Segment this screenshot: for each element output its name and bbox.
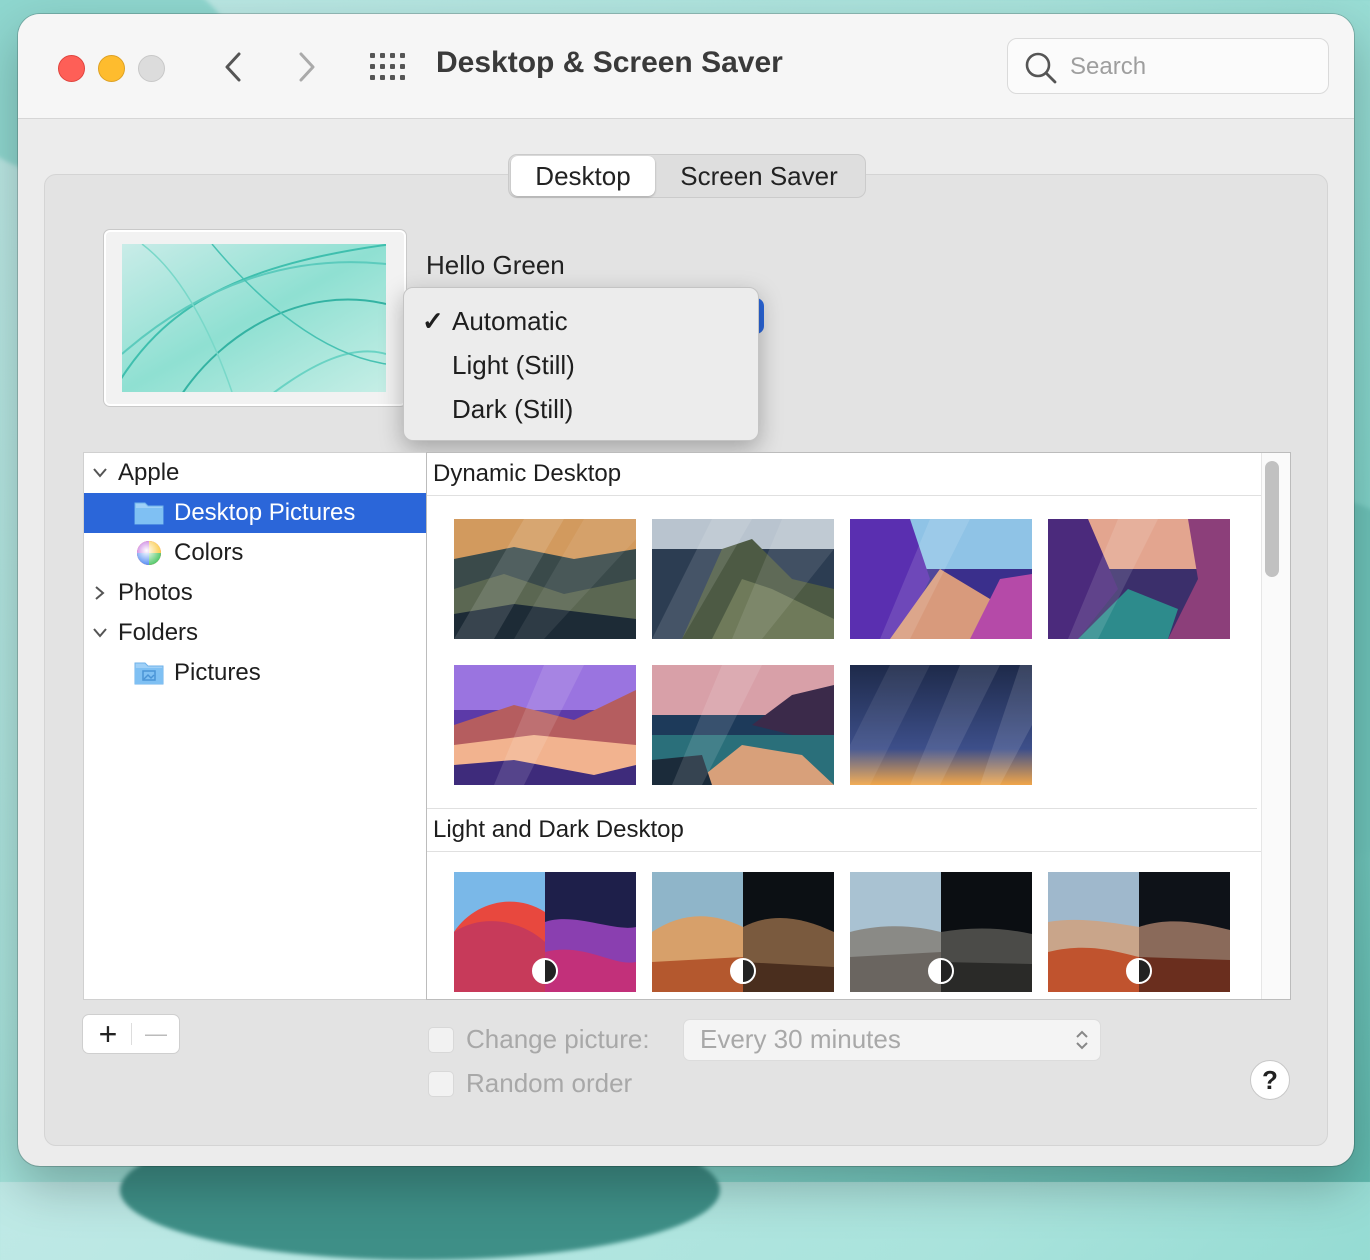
up-down-chevron-icon (1076, 1030, 1088, 1050)
sidebar-item-apple[interactable]: Apple (84, 453, 426, 493)
button-divider (131, 1023, 132, 1045)
back-button[interactable] (218, 50, 248, 84)
section-header: Dynamic Desktop (427, 453, 1261, 496)
wallpaper-thumbnail[interactable] (454, 519, 636, 639)
sidebar-item-label: Apple (118, 459, 180, 486)
folder-icon (134, 502, 164, 525)
zoom-button[interactable] (138, 55, 165, 82)
wallpaper-thumbnail[interactable] (652, 872, 834, 992)
menu-item-label: Automatic (452, 306, 568, 336)
interval-select[interactable]: Every 30 minutes (683, 1019, 1101, 1061)
wallpaper-thumbnail[interactable] (454, 872, 636, 992)
wallpaper-thumbnail[interactable] (652, 519, 834, 639)
source-list: Apple Desktop Pictures Colors Photos Fol… (83, 452, 427, 1000)
sidebar-item-colors[interactable]: Colors (84, 533, 426, 573)
menu-item-light-still[interactable]: Light (Still) (404, 343, 758, 387)
window-title: Desktop & Screen Saver (436, 46, 783, 79)
search-icon (1025, 52, 1057, 84)
chevron-right-icon (299, 52, 315, 82)
tab-control: Desktop Screen Saver (508, 154, 866, 198)
change-picture-label: Change picture: (466, 1024, 650, 1054)
appearance-menu: ✓ Automatic Light (Still) Dark (Still) (403, 287, 759, 441)
sidebar-item-label: Desktop Pictures (174, 499, 356, 526)
chevron-down-icon (93, 628, 107, 638)
sidebar-item-label: Folders (118, 619, 199, 646)
scrollbar-thumb[interactable] (1265, 461, 1279, 577)
color-wheel-icon (137, 541, 161, 565)
add-remove-control: + — (82, 1014, 180, 1054)
wallpaper-preview (104, 230, 406, 406)
light-dark-icon (1126, 958, 1152, 984)
preferences-window: Desktop & Screen Saver Search Desktop Sc… (18, 14, 1354, 1166)
light-dark-icon (532, 958, 558, 984)
menu-item-dark-still[interactable]: Dark (Still) (404, 387, 758, 431)
wallpaper-thumbnail[interactable] (1048, 872, 1230, 992)
search-field[interactable]: Search (1007, 38, 1329, 94)
grid-icon (370, 53, 405, 80)
remove-folder-button[interactable]: — (141, 1015, 171, 1053)
tab-screen-saver[interactable]: Screen Saver (659, 155, 859, 197)
add-folder-button[interactable]: + (93, 1015, 123, 1053)
change-picture-checkbox[interactable] (428, 1027, 454, 1053)
wallpaper-thumbnail[interactable] (850, 519, 1032, 639)
minimize-button[interactable] (98, 55, 125, 82)
wallpaper-gallery: Dynamic Desktop Light and Dark Desktop (426, 452, 1291, 1000)
wallpaper-thumbnail[interactable] (850, 665, 1032, 785)
show-all-button[interactable] (370, 50, 406, 84)
sidebar-item-label: Photos (118, 579, 193, 606)
wallpaper-preview-image (122, 244, 386, 392)
sidebar-item-label: Pictures (174, 659, 261, 686)
random-order-label: Random order (466, 1068, 633, 1098)
sidebar-item-photos[interactable]: Photos (84, 573, 426, 613)
menu-item-automatic[interactable]: ✓ Automatic (404, 299, 758, 343)
pictures-folder-icon (134, 662, 164, 685)
wallpaper-thumbnail[interactable] (850, 872, 1032, 992)
chevron-left-icon (225, 52, 241, 82)
interval-value: Every 30 minutes (700, 1024, 901, 1054)
wallpaper-thumbnail[interactable] (454, 665, 636, 785)
sidebar-item-pictures[interactable]: Pictures (84, 653, 426, 693)
help-button[interactable]: ? (1250, 1060, 1290, 1100)
sidebar-item-desktop-pictures[interactable]: Desktop Pictures (84, 493, 426, 533)
menu-item-label: Dark (Still) (452, 394, 574, 424)
checkmark-icon: ✓ (422, 306, 444, 336)
tab-desktop[interactable]: Desktop (511, 156, 655, 196)
sidebar-item-label: Colors (174, 539, 244, 566)
wallpaper-thumbnail[interactable] (652, 665, 834, 785)
chevron-down-icon (93, 468, 107, 478)
random-order-checkbox[interactable] (428, 1071, 454, 1097)
close-button[interactable] (58, 55, 85, 82)
section-header: Light and Dark Desktop (427, 809, 1261, 852)
sidebar-item-folders[interactable]: Folders (84, 613, 426, 653)
chevron-right-icon (95, 586, 105, 600)
light-dark-icon (730, 958, 756, 984)
menu-item-label: Light (Still) (452, 350, 575, 380)
wallpaper-name: Hello Green (426, 250, 565, 280)
wallpaper-thumbnail[interactable] (1048, 519, 1230, 639)
search-placeholder: Search (1070, 53, 1147, 80)
title-bar: Desktop & Screen Saver Search (18, 14, 1354, 119)
light-dark-icon (928, 958, 954, 984)
forward-button[interactable] (292, 50, 322, 84)
